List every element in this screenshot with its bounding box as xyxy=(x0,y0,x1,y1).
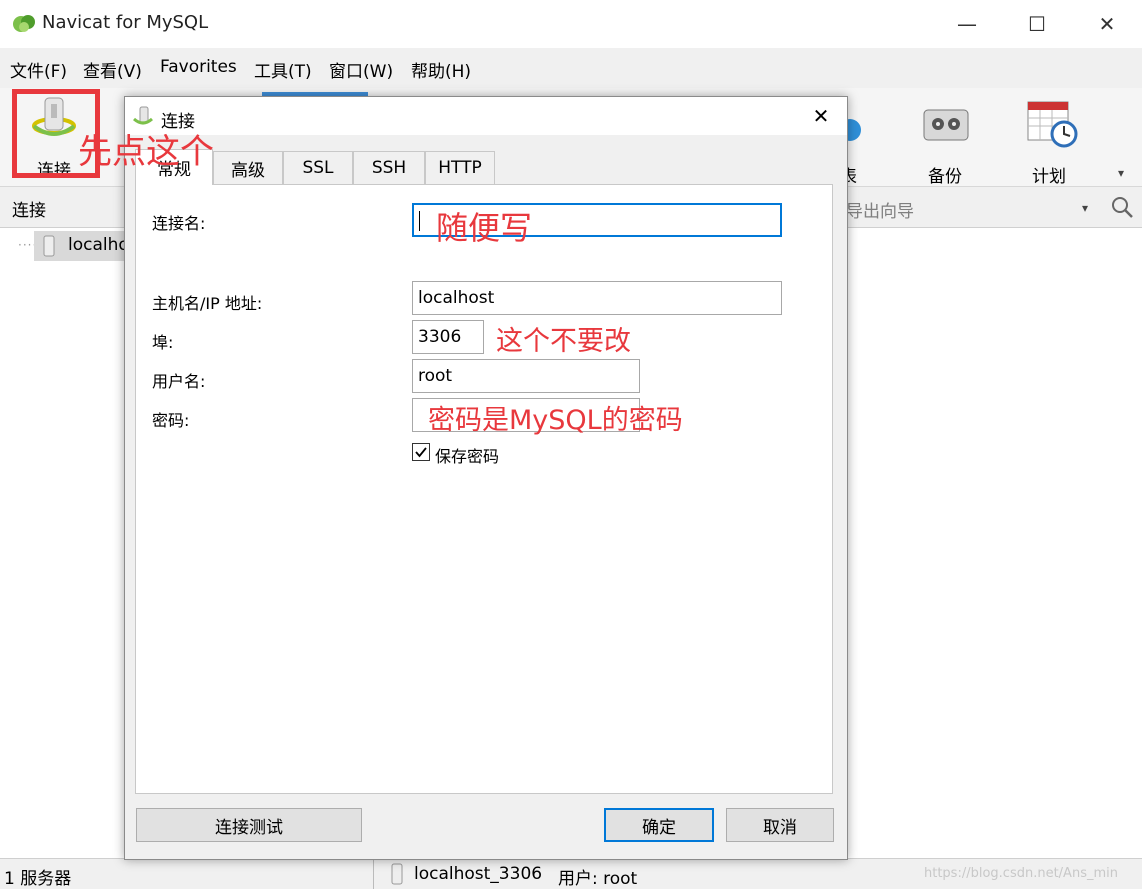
annotation-password-note: 密码是MySQL的密码 xyxy=(428,405,683,436)
annotation-click-first: 先点这个 xyxy=(78,132,214,172)
general-panel: 连接名: 主机名/IP 地址: localhost 埠: 3306 用户名: r… xyxy=(135,184,833,794)
connections-label: 连接 xyxy=(12,201,46,221)
port-label: 埠: xyxy=(152,333,174,352)
cancel-button[interactable]: 取消 xyxy=(726,808,834,842)
text-cursor xyxy=(419,211,420,231)
menu-tools[interactable]: 工具(T) xyxy=(254,57,312,82)
app-title: Navicat for MySQL xyxy=(42,12,209,33)
port-input[interactable]: 3306 xyxy=(412,320,484,354)
server-icon xyxy=(391,863,403,885)
status-connection: localhost_3306 xyxy=(414,864,543,884)
server-icon xyxy=(43,235,55,257)
menu-bar: 文件(F) 查看(V) Favorites 工具(T) 窗口(W) 帮助(H) xyxy=(0,48,1142,89)
menu-window[interactable]: 窗口(W) xyxy=(329,57,393,82)
server-count: 1 服务器 xyxy=(4,869,72,889)
dropdown-arrow-icon[interactable]: ▾ xyxy=(1082,201,1088,215)
save-password-label: 保存密码 xyxy=(435,447,500,466)
search-icon[interactable] xyxy=(1110,195,1134,219)
menu-view[interactable]: 查看(V) xyxy=(83,57,142,82)
toolbar-overflow-icon[interactable]: ▾ xyxy=(1118,166,1124,180)
navicat-logo-icon xyxy=(13,15,35,32)
dialog-title-bar: 连接 ✕ xyxy=(125,97,847,135)
check-icon xyxy=(415,447,427,458)
close-button[interactable]: ✕ xyxy=(1072,0,1142,48)
tree-item-localhost[interactable]: localhost xyxy=(34,231,144,261)
annotation-dont-change: 这个不要改 xyxy=(496,326,631,357)
schedule-toolbar-button[interactable]: 计划 xyxy=(1016,96,1086,187)
tab-ssh[interactable]: SSH xyxy=(353,151,425,184)
title-bar: Navicat for MySQL — ☐ ✕ xyxy=(0,0,1142,48)
tab-advanced[interactable]: 高级 xyxy=(213,151,283,184)
username-label: 用户名: xyxy=(152,372,206,391)
test-connection-button[interactable]: 连接测试 xyxy=(136,808,362,842)
maximize-button[interactable]: ☐ xyxy=(1002,0,1072,48)
calendar-clock-icon xyxy=(1027,101,1078,148)
tab-http[interactable]: HTTP xyxy=(425,151,495,184)
status-bar: 1 服务器 localhost_3306 用户: root https://bl… xyxy=(0,858,1142,889)
status-user: 用户: root xyxy=(558,869,638,889)
host-input[interactable]: localhost xyxy=(412,281,782,315)
backup-label: 备份 xyxy=(928,167,962,187)
connection-dialog: 连接 ✕ 常规 高级 SSL SSH HTTP 连接名: 主机名/IP 地址: … xyxy=(124,96,848,860)
export-wizard-link[interactable]: 导出向导 xyxy=(846,197,914,222)
password-label: 密码: xyxy=(152,411,190,430)
ok-button[interactable]: 确定 xyxy=(604,808,714,842)
dialog-close-button[interactable]: ✕ xyxy=(797,97,845,135)
host-label: 主机名/IP 地址: xyxy=(152,294,263,313)
status-divider xyxy=(373,859,374,889)
menu-favorites[interactable]: Favorites xyxy=(160,57,237,77)
schedule-label: 计划 xyxy=(1032,167,1066,187)
watermark: https://blog.csdn.net/Ans_min xyxy=(924,866,1118,881)
save-password-checkbox[interactable] xyxy=(412,443,430,461)
annotation-write-anything: 随便写 xyxy=(436,209,533,247)
menu-file[interactable]: 文件(F) xyxy=(10,57,67,82)
menu-help[interactable]: 帮助(H) xyxy=(411,57,471,82)
backup-cassette-icon xyxy=(923,109,969,141)
connection-name-label: 连接名: xyxy=(152,214,206,233)
username-input[interactable]: root xyxy=(412,359,640,393)
tab-ssl[interactable]: SSL xyxy=(283,151,353,184)
backup-toolbar-button[interactable]: 备份 xyxy=(912,96,978,187)
minimize-button[interactable]: — xyxy=(932,0,1002,48)
